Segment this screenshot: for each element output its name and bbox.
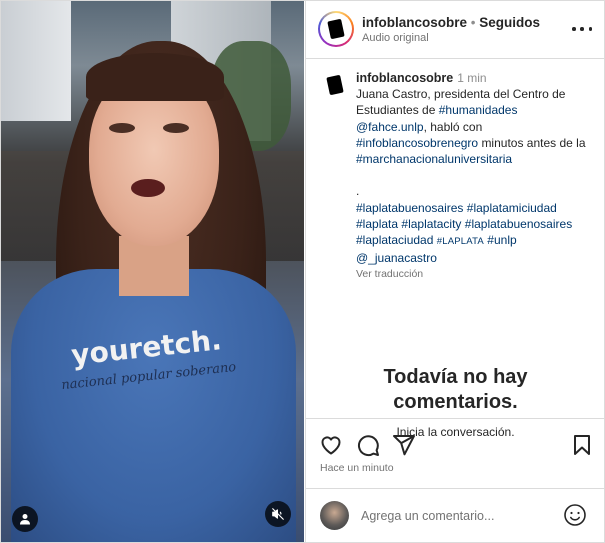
caption-avatar[interactable] [320, 70, 350, 100]
comment-icon [357, 435, 379, 457]
viewer-avatar [320, 501, 349, 530]
audio-link[interactable]: Audio original [362, 32, 429, 44]
bookmark-icon [574, 435, 590, 455]
person-bangs [86, 53, 224, 101]
tagged-users-button[interactable] [12, 506, 38, 532]
person-shirt [11, 269, 296, 542]
caption-time: 1 min [457, 71, 487, 85]
mute-button[interactable] [265, 501, 291, 527]
more-options-button[interactable] [572, 19, 592, 39]
comment-button[interactable] [356, 433, 380, 457]
empty-title-line: comentarios. [393, 391, 518, 413]
save-button[interactable] [570, 433, 594, 457]
post-video[interactable]: youretch. nacional popular soberano [1, 1, 304, 542]
hashtag-link[interactable]: #LAPLATA [437, 236, 484, 247]
user-icon [20, 514, 30, 525]
empty-title-line: Todavía no hay [383, 366, 528, 388]
mention-link[interactable]: @fahce.unlp [356, 120, 424, 134]
empty-comments-title: Todavía no hay comentarios. [306, 365, 605, 415]
hashtag-link[interactable]: #laplataciudad [356, 233, 433, 247]
hashtag-link[interactable]: #laplatamiciudad [467, 201, 557, 215]
caption-text: . [356, 184, 360, 199]
translate-link[interactable]: Ver traducción [356, 266, 596, 282]
post-header: infoblancosobre • Seguidos Audio origina… [306, 1, 605, 59]
hashtag-link[interactable]: #unlp [487, 233, 516, 247]
hashtag-link[interactable]: #laplata [356, 217, 398, 231]
person-eye [109, 123, 135, 133]
hashtag-link[interactable]: #laplatacity [401, 217, 461, 231]
post-timestamp[interactable]: Hace un minuto [320, 462, 394, 474]
action-bar: Hace un minuto [306, 418, 605, 488]
emoji-button[interactable] [563, 503, 587, 527]
hashtag-link[interactable]: #marchanacionaluniversitaria [356, 152, 512, 166]
caption-body: infoblancosobre 1 min Juana Castro, presi… [356, 70, 596, 283]
heart-icon [321, 436, 341, 455]
background-building [1, 1, 71, 121]
comment-input[interactable] [361, 507, 551, 525]
comment-composer [306, 488, 605, 542]
like-button[interactable] [319, 433, 343, 457]
share-button[interactable] [392, 433, 416, 457]
person-eye [163, 123, 189, 133]
emoji-icon [564, 504, 586, 526]
more-icon [572, 27, 576, 31]
separator-dot: • [470, 15, 476, 30]
caption-text: , habló con [423, 119, 483, 134]
hashtag-link[interactable]: #laplatabuenosaires [465, 217, 572, 231]
mention-link[interactable]: @_juanacastro [356, 251, 437, 265]
hashtag-link[interactable]: #infoblancosobrenegro [356, 136, 478, 150]
hashtag-link[interactable]: #humanidades [439, 103, 518, 117]
person-mouth [131, 179, 165, 197]
caption-text: minutos antes de la [481, 135, 586, 150]
caption-username[interactable]: infoblancosobre [356, 71, 453, 85]
hashtag-link[interactable]: #laplatabuenosaires [356, 201, 463, 215]
post-caption: infoblancosobre 1 min Juana Castro, presi… [306, 60, 605, 439]
author-username[interactable]: infoblancosobre [362, 15, 467, 30]
author-line: infoblancosobre • Seguidos [362, 15, 540, 30]
mute-icon [272, 508, 284, 520]
author-avatar[interactable] [318, 11, 354, 47]
share-icon [393, 435, 415, 456]
post-panel: infoblancosobre • Seguidos Audio origina… [305, 1, 605, 542]
follow-status-button[interactable]: Seguidos [479, 15, 540, 30]
